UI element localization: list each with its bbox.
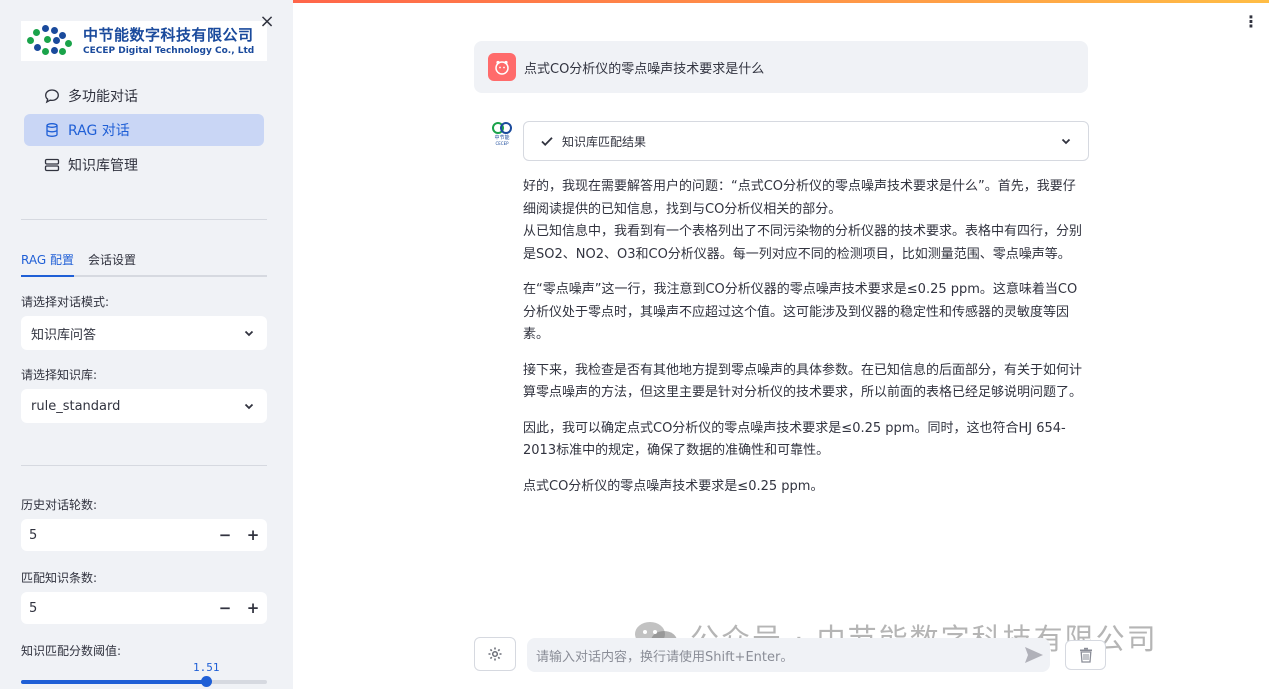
nav-item-rag-chat[interactable]: RAG 对话	[24, 114, 264, 146]
kb-results-expander[interactable]: 知识库匹配结果	[523, 121, 1089, 161]
answer-paragraph: 点式CO分析仪的零点噪声技术要求是≤0.25 ppm。	[523, 478, 824, 494]
kb-select-value: rule_standard	[31, 398, 121, 414]
chevron-down-icon	[244, 403, 254, 410]
chevron-down-icon	[244, 330, 254, 337]
sidebar: 中节能数字科技有限公司 CECEP Digital Technology Co.…	[0, 0, 293, 689]
threshold-slider-track[interactable]	[21, 680, 267, 684]
bot-avatar-sublabel: CECEP	[495, 141, 509, 146]
kb-label: 请选择知识库:	[21, 368, 98, 382]
answer-paragraph: 因此，我可以确定点式CO分析仪的零点噪声技术要求是≤0.25 ppm。同时，这也…	[523, 420, 1066, 459]
user-avatar-icon	[488, 53, 516, 81]
match-label: 匹配知识条数:	[21, 571, 98, 585]
tab-rag-config[interactable]: RAG 配置	[21, 248, 74, 277]
assistant-answer: 好的，我现在需要解答用户的问题：“点式CO分析仪的零点噪声技术要求是什么”。首先…	[523, 176, 1085, 511]
logo-chinese-name: 中节能数字科技有限公司	[83, 25, 254, 44]
sidebar-divider	[21, 465, 267, 466]
nav-label: 知识库管理	[68, 158, 138, 174]
nav-label: RAG 对话	[68, 123, 130, 139]
answer-paragraph: 在“零点噪声”这一行，我注意到CO分析仪器的零点噪声技术要求是≤0.25 ppm…	[523, 282, 1078, 342]
database-icon	[46, 123, 58, 137]
chat-input-placeholder: 请输入对话内容，换行请使用Shift+Enter。	[536, 649, 794, 665]
logo-dots-icon	[21, 21, 79, 61]
increment-button[interactable]: +	[239, 526, 267, 544]
company-logo: 中节能数字科技有限公司 CECEP Digital Technology Co.…	[21, 21, 267, 61]
kb-select[interactable]: rule_standard	[21, 389, 267, 423]
tab-session-settings[interactable]: 会话设置	[88, 248, 136, 277]
clear-chat-button[interactable]	[1065, 640, 1106, 670]
chat-bubble-icon	[45, 89, 59, 104]
logo-english-name: CECEP Digital Technology Co., Ltd	[83, 45, 255, 56]
threshold-value: 1.51	[193, 661, 220, 674]
increment-button[interactable]: +	[239, 599, 267, 617]
history-label: 历史对话轮数:	[21, 498, 98, 512]
chat-input[interactable]: 请输入对话内容，换行请使用Shift+Enter。	[527, 638, 1050, 672]
mode-select[interactable]: 知识库问答	[21, 316, 267, 350]
match-value[interactable]: 5	[21, 601, 211, 616]
decrement-button[interactable]: −	[211, 526, 239, 544]
threshold-slider-fill	[21, 680, 207, 684]
user-message: 点式CO分析仪的零点噪声技术要求是什么	[474, 41, 1088, 93]
nav-item-kb-management[interactable]: 知识库管理	[24, 149, 264, 181]
nav-label: 多功能对话	[68, 89, 138, 105]
match-stepper[interactable]: 5 − +	[21, 592, 267, 624]
answer-paragraph: 接下来，我检查是否有其他地方提到零点噪声的具体参数。在已知信息的后面部分，有关于…	[523, 362, 1083, 401]
settings-button[interactable]	[474, 637, 516, 671]
threshold-label: 知识匹配分数阈值:	[21, 644, 122, 658]
mode-select-value: 知识库问答	[31, 327, 97, 343]
send-icon[interactable]	[1024, 646, 1044, 664]
threshold-slider-thumb[interactable]	[201, 676, 213, 687]
config-tabs: RAG 配置 会话设置	[21, 248, 267, 277]
sidebar-divider	[21, 219, 267, 220]
answer-paragraph: 从已知信息中，我看到有一个表格列出了不同污染物的分析仪器的技术要求。表格中有四行…	[523, 224, 1083, 262]
server-icon	[44, 158, 60, 172]
answer-paragraph: 好的，我现在需要解答用户的问题：“点式CO分析仪的零点噪声技术要求是什么”。首先…	[523, 179, 1076, 217]
history-stepper[interactable]: 5 − +	[21, 519, 267, 551]
chevron-down-icon	[1061, 138, 1071, 145]
check-icon	[541, 137, 553, 146]
assistant-logo-icon	[492, 122, 512, 134]
decrement-button[interactable]: −	[211, 599, 239, 617]
expander-label: 知识库匹配结果	[562, 134, 647, 149]
nav-item-multi-chat[interactable]: 多功能对话	[24, 80, 264, 112]
trash-icon	[1079, 647, 1092, 663]
gear-icon	[488, 647, 502, 661]
more-menu-icon[interactable]: ⋮	[1243, 13, 1259, 31]
user-question-text: 点式CO分析仪的零点噪声技术要求是什么	[524, 61, 765, 77]
history-value[interactable]: 5	[21, 528, 211, 543]
close-sidebar-icon[interactable]: ×	[258, 13, 276, 31]
mode-label: 请选择对话模式:	[21, 295, 110, 309]
bot-avatar: 中节能 CECEP	[488, 121, 516, 149]
